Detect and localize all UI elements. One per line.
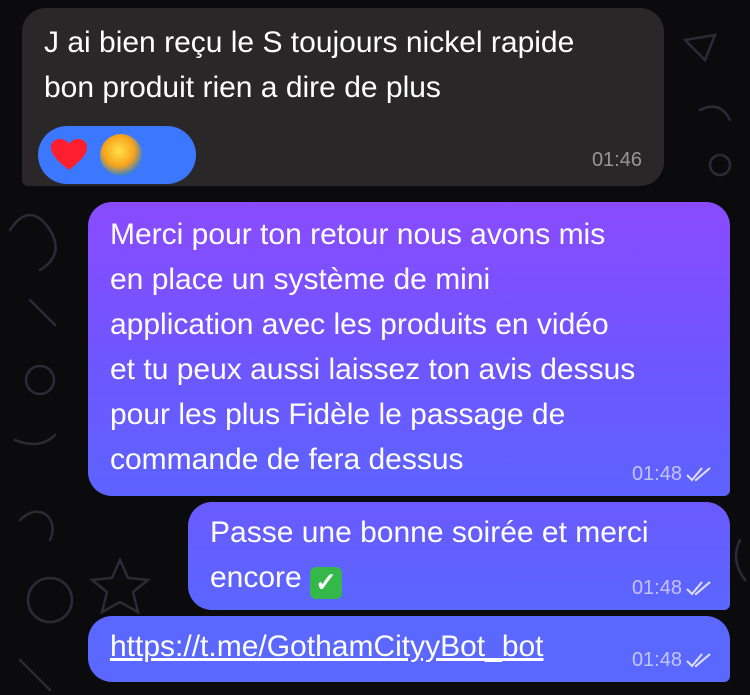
double-check-icon [686,581,711,596]
sticker-avatar-icon[interactable] [100,134,142,176]
message-text-body: Passe une bonne soirée et merci encore [210,516,649,594]
reactions-pill[interactable] [38,126,196,184]
outgoing-message-bubble[interactable]: Merci pour ton retour nous avons mis en … [88,202,730,496]
outgoing-link-bubble[interactable]: https://t.me/GothamCityyBot_bot 01:48 [88,616,730,682]
message-text: J ai bien reçu le S toujours nickel rapi… [44,26,575,104]
message-time: 01:48 [631,463,682,485]
check-mark-emoji-icon: ✓ [310,566,343,599]
bot-link[interactable]: https://t.me/GothamCityyBot_bot [110,630,544,663]
message-meta: 01:48 [632,462,712,486]
message-time: 01:48 [631,577,682,599]
incoming-message-bubble[interactable]: J ai bien reçu le S toujours nickel rapi… [22,8,664,186]
message-meta: 01:46 [592,148,642,172]
message-meta: 01:48 [632,576,712,600]
double-check-icon [686,467,711,482]
double-check-icon [686,653,711,668]
heart-icon[interactable] [48,134,90,176]
message-time: 01:46 [591,149,642,171]
message-time: 01:48 [631,649,682,671]
outgoing-message-bubble[interactable]: Passe une bonne soirée et merci encore ✓… [188,502,730,610]
message-text: Merci pour ton retour nous avons mis en … [110,218,636,476]
message-meta: 01:48 [632,648,712,672]
